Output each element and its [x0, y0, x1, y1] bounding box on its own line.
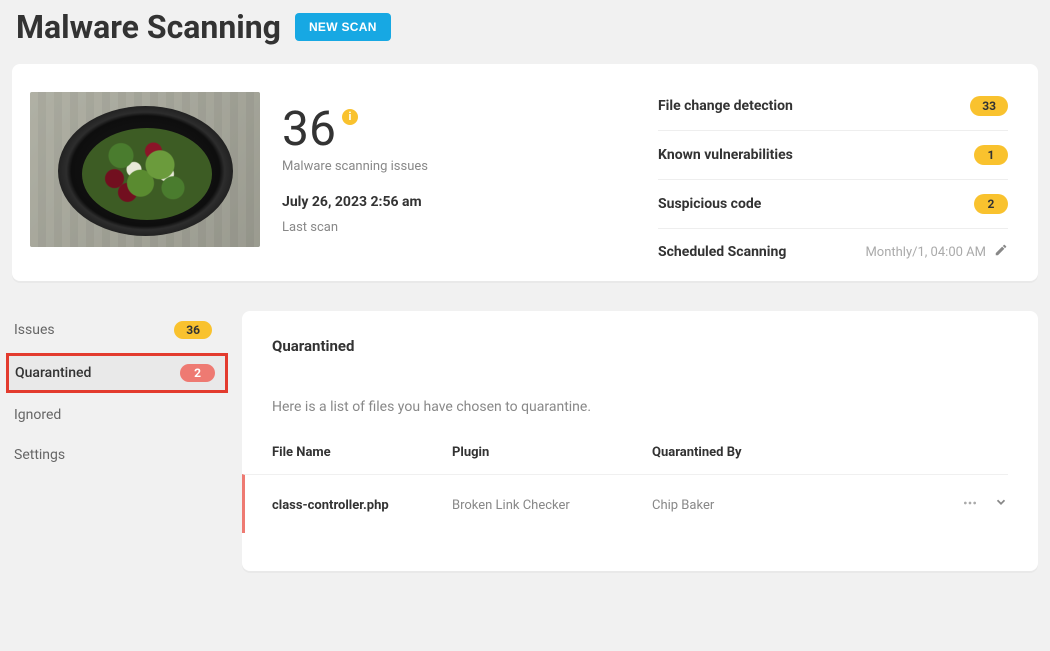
stat-row-vulnerabilities[interactable]: Known vulnerabilities 1: [658, 131, 1008, 180]
more-icon[interactable]: [962, 495, 978, 515]
table-row[interactable]: class-controller.php Broken Link Checker…: [242, 474, 1008, 533]
last-scan-date: July 26, 2023 2:56 am: [282, 194, 428, 210]
scheduled-scanning-row: Scheduled Scanning Monthly/1, 04:00 AM: [658, 229, 1008, 261]
new-scan-button[interactable]: NEW SCAN: [295, 13, 391, 41]
panel-description: Here is a list of files you have chosen …: [272, 399, 1008, 415]
quarantined-panel: Quarantined Here is a list of files you …: [242, 311, 1038, 571]
pencil-icon[interactable]: [994, 243, 1008, 261]
cell-plugin: Broken Link Checker: [452, 498, 652, 513]
issue-count-label: Malware scanning issues: [282, 159, 428, 174]
sidebar-badge: 2: [180, 364, 215, 382]
cell-file: class-controller.php: [272, 498, 452, 513]
table-header: File Name Plugin Quarantined By: [272, 445, 1008, 474]
col-header-plugin: Plugin: [452, 445, 652, 460]
site-thumbnail: [30, 92, 260, 247]
stat-label: File change detection: [658, 98, 793, 114]
sidebar-badge: 36: [174, 321, 212, 339]
stat-label: Suspicious code: [658, 196, 761, 212]
sidebar-item-quarantined[interactable]: Quarantined 2: [6, 353, 228, 393]
sidebar-item-issues[interactable]: Issues 36: [12, 311, 222, 349]
stat-row-file-change[interactable]: File change detection 33: [658, 92, 1008, 131]
cell-by: Chip Baker: [652, 498, 948, 513]
stat-badge: 2: [974, 194, 1008, 214]
info-icon[interactable]: i: [342, 109, 358, 125]
sidebar: Issues 36 Quarantined 2 Ignored Settings: [12, 311, 222, 473]
overview-card: 36 i Malware scanning issues July 26, 20…: [12, 64, 1038, 281]
sidebar-item-label: Quarantined: [15, 365, 91, 381]
issue-count: 36: [282, 105, 336, 153]
stat-label: Known vulnerabilities: [658, 147, 793, 163]
stat-badge: 1: [974, 145, 1008, 165]
sidebar-item-settings[interactable]: Settings: [12, 437, 222, 473]
sidebar-item-ignored[interactable]: Ignored: [12, 397, 222, 433]
chevron-down-icon[interactable]: [994, 495, 1008, 515]
sidebar-item-label: Ignored: [14, 407, 61, 423]
last-scan-label: Last scan: [282, 220, 428, 235]
scheduled-value: Monthly/1, 04:00 AM: [865, 245, 986, 260]
stat-badge: 33: [970, 96, 1008, 116]
sidebar-item-label: Issues: [14, 322, 55, 338]
scheduled-label: Scheduled Scanning: [658, 244, 786, 260]
col-header-file: File Name: [272, 445, 452, 460]
sidebar-item-label: Settings: [14, 447, 65, 463]
col-header-by: Quarantined By: [652, 445, 948, 460]
panel-title: Quarantined: [272, 337, 1008, 355]
stat-row-suspicious[interactable]: Suspicious code 2: [658, 180, 1008, 229]
page-title: Malware Scanning: [16, 8, 281, 46]
page-header: Malware Scanning NEW SCAN: [12, 0, 1038, 64]
